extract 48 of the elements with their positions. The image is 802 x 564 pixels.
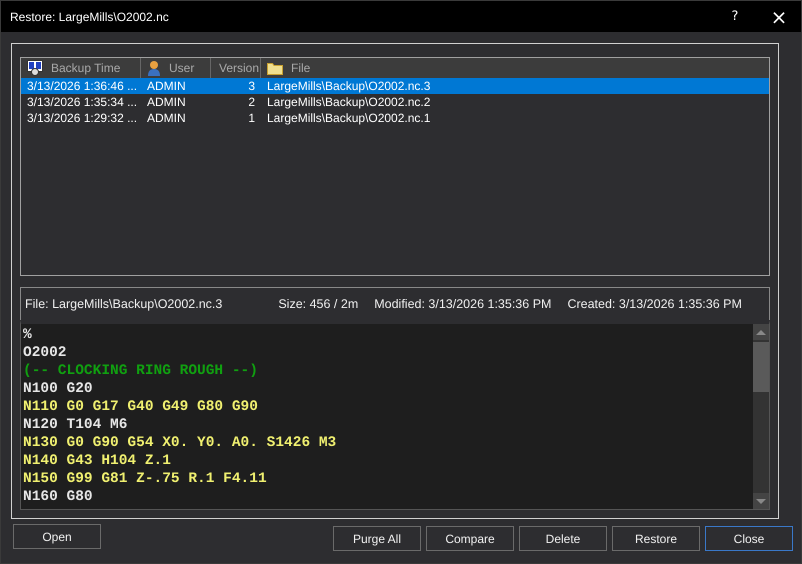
code-line: N110 G0 G17 G40 G49 G80 G90 <box>23 398 259 416</box>
scroll-thumb[interactable] <box>753 342 769 392</box>
code-line: (-- CLOCKING RING ROUGH --) <box>23 362 259 380</box>
scroll-up-icon[interactable] <box>753 324 769 340</box>
table-cell-text: 3/13/2026 1:36:46 ... <box>26 79 138 93</box>
code-line: N150 G99 G81 Z-.75 R.1 F4.11 <box>23 470 268 488</box>
table-cell-text: 3/13/2026 1:29:32 ... <box>26 111 138 125</box>
window-title: Restore: LargeMills\O2002.nc <box>10 10 170 24</box>
dialog-button[interactable]: Delete <box>519 526 607 551</box>
code-line: O2002 <box>23 344 68 362</box>
table-cell-text: 3 <box>247 79 256 93</box>
table-cell-text: LargeMills\Backup\O2002.nc.2 <box>266 95 432 109</box>
dialog-button[interactable]: Compare <box>426 526 514 551</box>
list-row[interactable]: 3/13/2026 1:29:32 ... ADMIN 1 LargeMills\Backup\O2002.nc.1 <box>21 110 769 126</box>
modified-text: Modified: 3/13/2026 1:35:36 PM <box>374 297 552 311</box>
scrollbar[interactable] <box>753 324 769 509</box>
table-cell-text: ADMIN <box>146 95 187 109</box>
table-cell-text: ADMIN <box>146 79 187 93</box>
code-line: % <box>23 326 33 344</box>
table-cell-text: ADMIN <box>146 111 187 125</box>
column-header[interactable]: Version <box>219 61 260 75</box>
file-path-text: File: LargeMills\Backup\O2002.nc.3 <box>25 297 222 311</box>
scroll-down-icon[interactable] <box>753 493 769 509</box>
code-line: N140 G43 H104 Z.1 <box>23 452 172 470</box>
list-row[interactable]: 3/13/2026 1:36:46 ... ADMIN 3 LargeMills\Backup\O2002.nc.3 <box>21 78 769 94</box>
list-row[interactable]: 3/13/2026 1:35:34 ... ADMIN 2 LargeMills\Backup\O2002.nc.2 <box>21 94 769 110</box>
column-header[interactable]: File <box>291 61 310 75</box>
dialog-button[interactable]: Close <box>705 526 793 551</box>
size-text: Size: 456 / 2m <box>278 297 358 311</box>
open-button[interactable]: Open <box>13 524 101 549</box>
table-cell-text: 1 <box>247 111 256 125</box>
user-icon <box>147 60 161 76</box>
folder-icon <box>267 62 283 74</box>
dialog-button[interactable]: Restore <box>612 526 700 551</box>
code-line: N160 G80 <box>23 488 94 506</box>
created-text: Created: 3/13/2026 1:35:36 PM <box>567 297 742 311</box>
table-cell-text: LargeMills\Backup\O2002.nc.3 <box>266 79 432 93</box>
code-line: N100 G20 <box>23 380 94 398</box>
code-line: N120 T104 M6 <box>23 416 128 434</box>
code-line: N130 G0 G90 G54 X0. Y0. A0. S1426 M3 <box>23 434 338 452</box>
table-cell-text: 2 <box>247 95 256 109</box>
column-header[interactable]: Backup Time <box>51 61 120 75</box>
table-cell-text: 3/13/2026 1:35:34 ... <box>26 95 138 109</box>
table-cell-text: LargeMills\Backup\O2002.nc.1 <box>266 111 432 125</box>
column-header[interactable]: User <box>169 61 194 75</box>
help-button[interactable]: ? <box>713 2 757 32</box>
close-button[interactable]: × <box>757 2 801 32</box>
dialog-button[interactable]: Purge All <box>333 526 421 551</box>
